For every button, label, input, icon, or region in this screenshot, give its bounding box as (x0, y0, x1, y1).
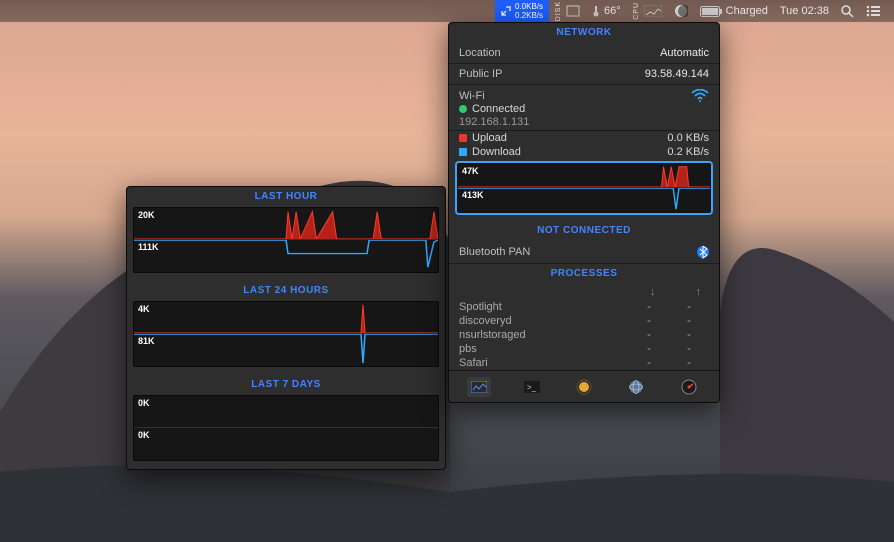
gauge-icon (681, 379, 697, 395)
menubar-notifications[interactable] (860, 0, 886, 22)
moon-icon (674, 4, 688, 18)
process-row[interactable]: pbs-- (449, 342, 719, 356)
not-connected-title: NOT CONNECTED (449, 221, 719, 241)
wifi-icon (691, 89, 709, 102)
process-row[interactable]: Spotlight-- (449, 300, 719, 314)
graph-last-7d: 0K 0K (133, 395, 439, 461)
menubar-network-indicator[interactable]: 0.0KB/s 0.2KB/s (495, 0, 549, 22)
menubar-moon[interactable] (668, 0, 694, 22)
sun-icon (576, 379, 592, 395)
section-title-hour: LAST HOUR (127, 187, 445, 207)
week-down-max: 0K (138, 430, 150, 440)
menubar-battery[interactable]: Charged (694, 0, 774, 22)
arrow-up-icon: ↑ (696, 286, 702, 298)
history-panel: LAST HOUR 20K 111K LAST 24 HOURS 4K 81K (126, 186, 446, 470)
row-publicip[interactable]: Public IP 93.58.49.144 (449, 64, 719, 84)
processes-header: ↓ ↑ (449, 284, 719, 300)
row-btpan[interactable]: Bluetooth PAN (449, 241, 719, 263)
menubar-temp[interactable]: 66° (586, 0, 627, 22)
expand-icon (501, 6, 511, 16)
menubar-net-up: 0.0KB/s (515, 2, 543, 11)
search-icon (841, 5, 854, 18)
process-list: Spotlight--discoveryd--nsurlstoraged--pb… (449, 300, 719, 370)
tab-weather[interactable] (572, 377, 596, 397)
graph-last-24h: 4K 81K (133, 301, 439, 367)
tab-gauge[interactable] (677, 377, 701, 397)
menubar: 0.0KB/s 0.2KB/s DISK 66° CPU Charged Tue… (0, 0, 894, 22)
arrow-down-icon: ↓ (650, 286, 656, 298)
live-graph-highlight[interactable]: 47K 413K (455, 161, 713, 215)
wifi-status: Connected (449, 102, 719, 116)
menubar-cpu[interactable]: CPU (627, 0, 668, 22)
menubar-spotlight[interactable] (835, 0, 860, 22)
menubar-clock[interactable]: Tue 02:38 (774, 0, 835, 22)
process-row[interactable]: Safari-- (449, 356, 719, 370)
row-download: Download0.2 KB/s (449, 145, 719, 159)
menubar-net-down: 0.2KB/s (515, 11, 543, 20)
thermometer-icon (592, 5, 600, 17)
panel-tabs: >_ (449, 370, 719, 402)
process-row[interactable]: nsurlstoraged-- (449, 328, 719, 342)
row-upload: Upload0.0 KB/s (449, 131, 719, 145)
row-wifi[interactable]: Wi-Fi (449, 85, 719, 102)
graph-last-hour: 20K 111K (133, 207, 439, 273)
process-row[interactable]: discoveryd-- (449, 314, 719, 328)
battery-icon (700, 6, 722, 17)
tab-activity[interactable] (467, 377, 491, 397)
section-title-week: LAST 7 DAYS (127, 375, 445, 395)
network-title: NETWORK (449, 23, 719, 43)
list-icon (866, 5, 880, 17)
tab-globe[interactable] (624, 377, 648, 397)
processes-title: PROCESSES (449, 264, 719, 284)
svg-text:>_: >_ (527, 383, 537, 392)
row-location[interactable]: Location Automatic (449, 43, 719, 63)
globe-icon (628, 379, 644, 395)
menubar-disk[interactable]: DISK (549, 0, 586, 22)
bluetooth-icon (697, 245, 709, 259)
section-title-day: LAST 24 HOURS (127, 281, 445, 301)
tab-terminal[interactable]: >_ (520, 377, 544, 397)
week-up-max: 0K (138, 398, 150, 408)
network-panel: NETWORK Location Automatic Public IP 93.… (448, 22, 720, 403)
wifi-ip: 192.168.1.131 (449, 116, 719, 130)
